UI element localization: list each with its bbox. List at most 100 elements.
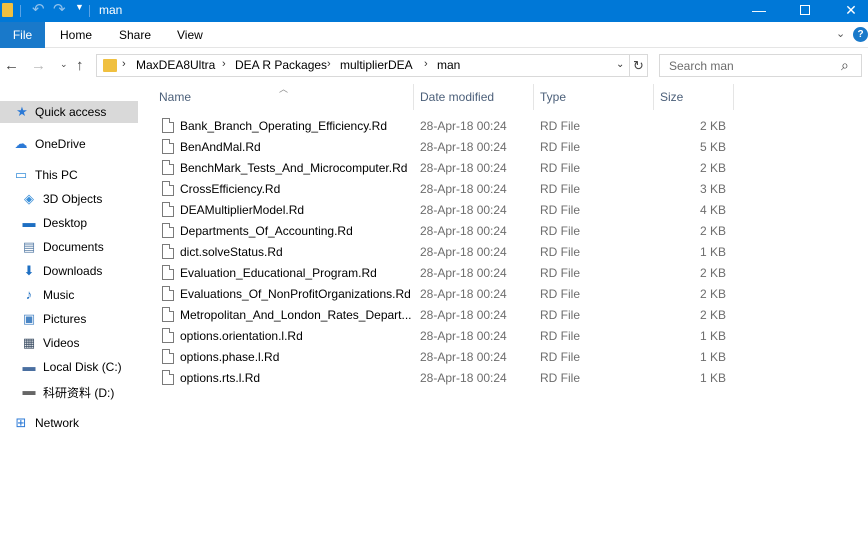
nav-item-quick-access[interactable]: ★ Quick access [0, 101, 138, 123]
column-divider[interactable] [653, 84, 654, 110]
file-size: 2 KB [699, 224, 726, 238]
separator [89, 5, 90, 17]
minimize-button[interactable]: — [736, 0, 782, 22]
ribbon: File Home Share View ⌄ ? [0, 22, 868, 48]
breadcrumb-separator[interactable]: › [327, 58, 331, 70]
nav-item-pictures[interactable]: ▣ Pictures [0, 308, 138, 330]
address-bar[interactable]: › MaxDEA8Ultra › DEA R Packages › multip… [96, 54, 630, 77]
nav-item-label: 科研资料 (D:) [43, 386, 115, 400]
file-date: 28-Apr-18 00:24 [420, 182, 507, 196]
up-button[interactable]: ↑ [76, 57, 84, 74]
maximize-icon [800, 5, 810, 15]
tab-view[interactable]: View [177, 22, 203, 48]
tab-home[interactable]: Home [60, 22, 92, 48]
chevron-down-icon[interactable]: ⌄ [616, 59, 624, 70]
redo-icon[interactable]: ↷ [53, 1, 66, 19]
customize-toolbar-icon[interactable]: ▼ [75, 2, 84, 12]
file-icon [162, 118, 174, 133]
maximize-button[interactable] [782, 0, 828, 22]
table-row[interactable]: options.phase.l.Rd 28-Apr-18 00:24 RD Fi… [156, 346, 736, 367]
nav-item-local-disk-c[interactable]: ▬ Local Disk (C:) [0, 356, 138, 378]
table-row[interactable]: BenchMark_Tests_And_Microcomputer.Rd 28-… [156, 157, 736, 178]
forward-button[interactable]: → [31, 57, 46, 74]
file-name: Metropolitan_And_London_Rates_Depart... [180, 308, 412, 322]
nav-item-desktop[interactable]: ▬ Desktop [0, 212, 138, 234]
file-type: RD File [540, 287, 581, 301]
nav-item-label: This PC [35, 168, 78, 182]
help-icon[interactable]: ? [853, 27, 868, 42]
file-name: Evaluation_Educational_Program.Rd [180, 266, 377, 280]
file-size: 1 KB [699, 371, 726, 385]
table-row[interactable]: CrossEfficiency.Rd 28-Apr-18 00:24 RD Fi… [156, 178, 736, 199]
search-box[interactable]: Search man ⌕ [659, 54, 862, 77]
file-type: RD File [540, 329, 581, 343]
breadcrumb-maxdea8ultra[interactable]: MaxDEA8Ultra [136, 58, 215, 72]
nav-item-downloads[interactable]: ⬇ Downloads [0, 260, 138, 282]
nav-item-label: Pictures [43, 312, 87, 326]
file-size: 5 KB [699, 140, 726, 154]
file-type: RD File [540, 371, 581, 385]
file-date: 28-Apr-18 00:24 [420, 371, 507, 385]
file-name: Bank_Branch_Operating_Efficiency.Rd [180, 119, 388, 133]
search-icon[interactable]: ⌕ [841, 57, 849, 74]
title-bar: ↶ ↷ ▼ man — ✕ [0, 0, 868, 22]
table-row[interactable]: dict.solveStatus.Rd 28-Apr-18 00:24 RD F… [156, 241, 736, 262]
column-header-size[interactable]: Size [660, 90, 683, 104]
table-row[interactable]: Evaluations_Of_NonProfitOrganizations.Rd… [156, 283, 736, 304]
nav-item-onedrive[interactable]: ☁ OneDrive [0, 133, 138, 155]
table-row[interactable]: Metropolitan_And_London_Rates_Depart... … [156, 304, 736, 325]
nav-item-3d-objects[interactable]: ◈ 3D Objects [0, 188, 138, 210]
column-header-date-modified[interactable]: Date modified [420, 90, 494, 104]
nav-item-label: Network [35, 416, 80, 430]
nav-item-videos[interactable]: ▦ Videos [0, 332, 138, 354]
folder-icon [2, 3, 13, 17]
ribbon-expand-icon[interactable]: ⌄ [836, 27, 845, 40]
tab-share[interactable]: Share [119, 22, 151, 48]
refresh-button[interactable]: ↻ [630, 54, 648, 77]
nav-item-this-pc[interactable]: ▭ This PC [0, 164, 138, 186]
column-divider[interactable] [733, 84, 734, 110]
file-type: RD File [540, 245, 581, 259]
table-row[interactable]: options.orientation.l.Rd 28-Apr-18 00:24… [156, 325, 736, 346]
file-type: RD File [540, 140, 581, 154]
file-date: 28-Apr-18 00:24 [420, 140, 507, 154]
breadcrumb-dea-r-packages[interactable]: DEA R Packages [235, 58, 327, 72]
column-header-name[interactable]: Name [159, 90, 191, 104]
breadcrumb-separator[interactable]: › [222, 58, 226, 70]
navigation-pane: ★ Quick access ☁ OneDrive ▭ This PC ◈ 3D… [0, 84, 140, 545]
file-date: 28-Apr-18 00:24 [420, 308, 507, 322]
nav-item-label: OneDrive [35, 137, 86, 151]
nav-item-documents[interactable]: ▤ Documents [0, 236, 138, 258]
table-row[interactable]: Bank_Branch_Operating_Efficiency.Rd 28-A… [156, 115, 736, 136]
table-row[interactable]: Evaluation_Educational_Program.Rd 28-Apr… [156, 262, 736, 283]
nav-item-label: Quick access [35, 105, 107, 119]
table-row[interactable]: BenAndMal.Rd 28-Apr-18 00:24 RD File 5 K… [156, 136, 736, 157]
file-size: 1 KB [699, 350, 726, 364]
undo-icon[interactable]: ↶ [32, 1, 45, 19]
pictures-icon: ▣ [22, 311, 36, 326]
recent-locations-button[interactable]: ⌄ [60, 59, 68, 70]
column-divider[interactable] [413, 84, 414, 110]
desktop-icon: ▬ [22, 215, 36, 230]
window-title: man [99, 3, 123, 17]
breadcrumb-separator[interactable]: › [122, 58, 126, 70]
column-divider[interactable] [533, 84, 534, 110]
nav-item-music[interactable]: ♪ Music [0, 284, 138, 306]
back-button[interactable]: ← [4, 57, 19, 74]
table-row[interactable]: Departments_Of_Accounting.Rd 28-Apr-18 0… [156, 220, 736, 241]
file-name: CrossEfficiency.Rd [180, 182, 281, 196]
table-row[interactable]: DEAMultiplierModel.Rd 28-Apr-18 00:24 RD… [156, 199, 736, 220]
breadcrumb-multiplierdea[interactable]: multiplierDEA [340, 58, 413, 72]
close-button[interactable]: ✕ [828, 0, 868, 22]
column-header-type[interactable]: Type [540, 90, 566, 104]
search-input[interactable]: Search man [669, 59, 734, 73]
table-row[interactable]: options.rts.l.Rd 28-Apr-18 00:24 RD File… [156, 367, 736, 388]
breadcrumb-man[interactable]: man [437, 58, 460, 72]
nav-item-network[interactable]: ⊞ Network [0, 412, 138, 434]
breadcrumb-separator[interactable]: › [424, 58, 428, 70]
nav-item-drive-d[interactable]: ▬ 科研资料 (D:) [0, 380, 138, 402]
file-icon [162, 286, 174, 301]
computer-icon: ▭ [14, 167, 28, 182]
cube-icon: ◈ [24, 191, 34, 206]
tab-file[interactable]: File [0, 22, 45, 48]
